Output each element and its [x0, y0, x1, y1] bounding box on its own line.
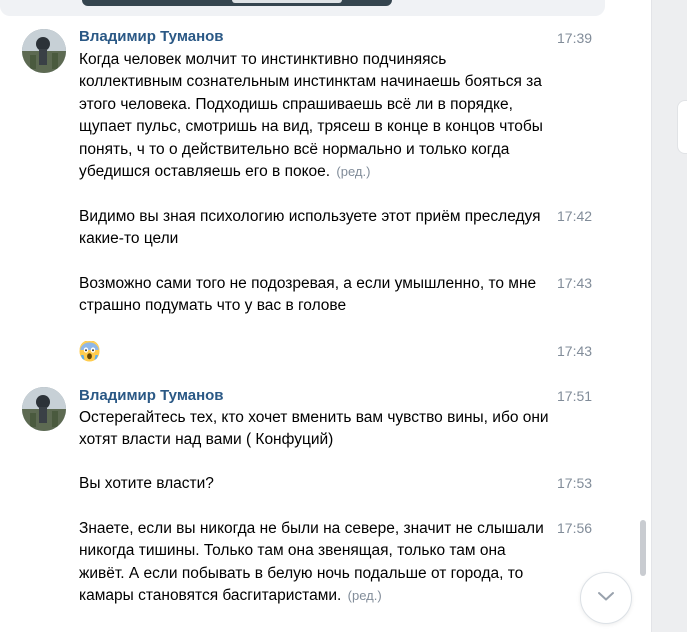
message-text: Вы хотите власти? — [79, 475, 214, 492]
message-author[interactable]: Владимир Туманов — [79, 28, 224, 46]
chevron-down-icon — [597, 589, 615, 607]
message-text: Возможно сами того не подозревая, а если… — [79, 275, 537, 315]
screaming-face-emoji — [79, 340, 100, 362]
scroll-down-button[interactable] — [580, 572, 632, 624]
message-text: Знаете, если вы никогда не были на север… — [79, 518, 549, 608]
message-text: Когда человек молчит то инстинктивно под… — [79, 49, 549, 183]
avatar[interactable] — [22, 29, 66, 73]
side-card[interactable] — [677, 100, 687, 154]
avatar[interactable] — [22, 387, 66, 431]
message-time[interactable]: 17:42 — [557, 208, 592, 224]
edited-label[interactable]: (ред.) — [336, 164, 370, 179]
right-panel — [651, 0, 687, 632]
message-time[interactable]: 17:53 — [557, 475, 592, 491]
message-time[interactable]: 17:51 — [557, 388, 592, 404]
message-time[interactable]: 17:39 — [557, 30, 592, 46]
scrollbar-thumb[interactable] — [640, 520, 646, 576]
message-text: Остерегайтесь тех, кто хочет вменить вам… — [79, 409, 549, 449]
message-body: Знаете, если вы никогда не были на север… — [79, 520, 544, 605]
message-time[interactable]: 17:43 — [557, 343, 592, 359]
message-body: Когда человек молчит то инстинктивно под… — [79, 51, 543, 181]
edited-label[interactable]: (ред.) — [348, 588, 382, 603]
message-time[interactable]: 17:43 — [557, 275, 592, 291]
message-text: Видимо вы зная психологию используете эт… — [79, 208, 541, 248]
message-author[interactable]: Владимир Туманов — [79, 387, 224, 405]
attachment-image[interactable] — [82, 0, 392, 6]
previous-attachment — [0, 0, 605, 16]
chat-history: Владимир Туманов 17:39 Когда человек мол… — [0, 0, 651, 632]
message-time[interactable]: 17:56 — [557, 520, 592, 536]
messenger-window: Владимир Туманов 17:39 Когда человек мол… — [0, 0, 687, 632]
